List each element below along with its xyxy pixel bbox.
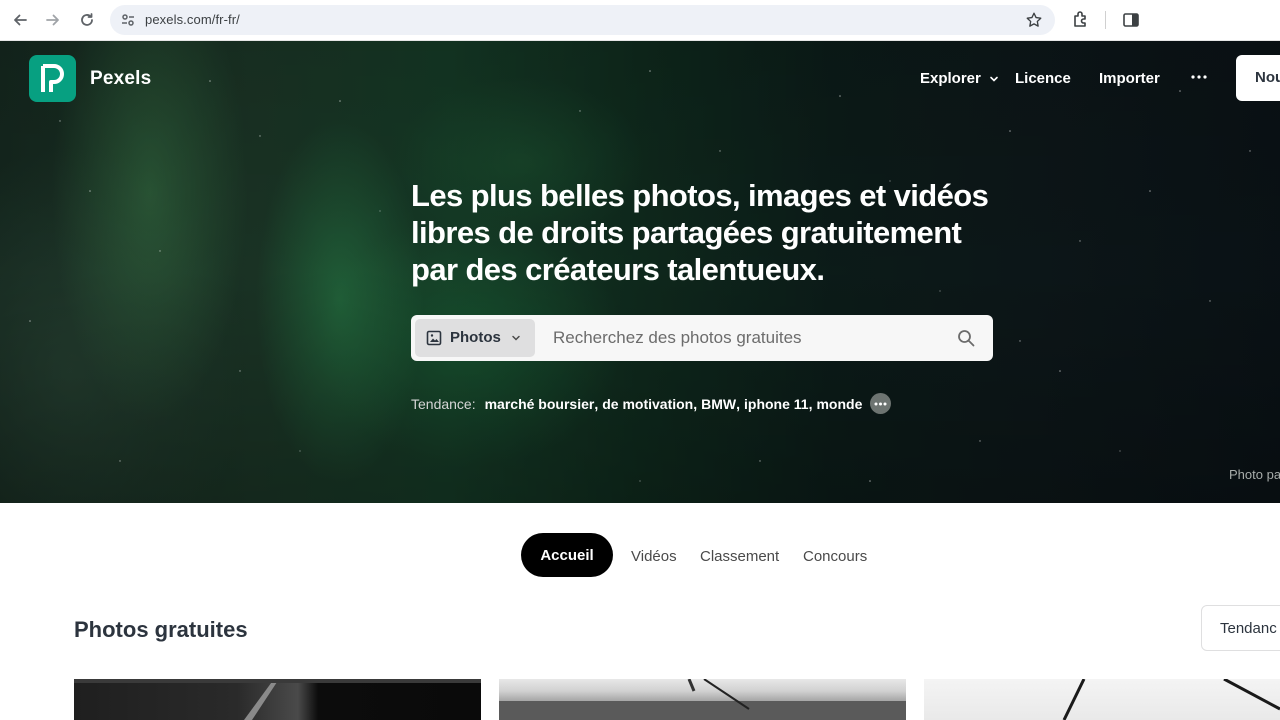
pexels-logo[interactable] xyxy=(29,55,76,102)
bookmark-star-icon[interactable] xyxy=(1025,11,1043,29)
nav-license[interactable]: Licence xyxy=(1015,70,1071,87)
extensions-icon[interactable] xyxy=(1071,10,1091,30)
tab-leaderboard[interactable]: Classement xyxy=(700,548,779,565)
brand-name[interactable]: Pexels xyxy=(90,68,151,90)
reload-icon xyxy=(81,13,93,26)
forward-button[interactable] xyxy=(42,9,64,31)
trending-label: Tendance: xyxy=(411,395,476,412)
more-dots-icon xyxy=(874,402,887,405)
tab-challenges[interactable]: Concours xyxy=(803,548,867,565)
photo-card[interactable] xyxy=(499,679,906,720)
tab-videos[interactable]: Vidéos xyxy=(631,548,677,565)
trending-link[interactable]: BMW xyxy=(701,396,736,412)
trending-link[interactable]: marché boursier xyxy=(485,396,595,412)
content-tabs: Accueil Vidéos Classement Concours xyxy=(0,503,1280,603)
search-icon[interactable] xyxy=(956,328,976,348)
side-panel-icon[interactable] xyxy=(1121,10,1141,30)
hero-banner: Pexels Explorer Licence Importer Nou Les… xyxy=(0,41,1280,503)
trending-searches: Tendance: marché boursier, de motivation… xyxy=(411,393,892,414)
address-bar[interactable]: pexels.com/fr-fr/ xyxy=(110,5,1055,35)
separator: , xyxy=(693,395,698,412)
more-options-icon[interactable] xyxy=(1190,71,1208,83)
image-icon xyxy=(426,330,442,346)
trending-link[interactable]: monde xyxy=(816,396,862,412)
nav-explore-label: Explorer xyxy=(920,70,981,87)
site-settings-icon[interactable] xyxy=(120,12,136,28)
photo-card[interactable] xyxy=(74,679,481,720)
toolbar-divider xyxy=(1105,11,1106,29)
media-type-select[interactable]: Photos xyxy=(415,319,535,357)
photo-credit[interactable]: Photo pa xyxy=(1229,467,1280,482)
trending-link[interactable]: de motivation xyxy=(602,396,693,412)
url-text: pexels.com/fr-fr/ xyxy=(145,12,240,27)
arrow-right-icon xyxy=(46,14,59,26)
search-input[interactable] xyxy=(553,319,943,357)
separator: , xyxy=(736,395,741,412)
trending-link[interactable]: iphone 11 xyxy=(744,396,809,412)
sort-dropdown[interactable]: Tendanc xyxy=(1201,605,1280,651)
trending-more-button[interactable] xyxy=(870,393,892,414)
photo-thumbnail xyxy=(74,679,481,720)
photo-thumbnail xyxy=(499,679,906,720)
browser-toolbar: pexels.com/fr-fr/ xyxy=(0,0,1280,41)
media-type-label: Photos xyxy=(450,329,501,346)
photo-thumbnail xyxy=(1062,679,1280,720)
reload-button[interactable] xyxy=(76,9,98,31)
photo-card[interactable] xyxy=(924,679,1280,720)
chevron-down-icon xyxy=(512,335,520,341)
section-title: Photos gratuites xyxy=(74,617,248,642)
nav-explore[interactable]: Explorer xyxy=(920,70,999,87)
hero-headline: Les plus belles photos, images et vidéos… xyxy=(411,178,989,287)
tab-home[interactable]: Accueil xyxy=(521,533,613,577)
arrow-left-icon xyxy=(14,14,27,26)
nav-upload[interactable]: Importer xyxy=(1099,70,1160,87)
separator: , xyxy=(808,395,813,412)
separator: , xyxy=(594,395,599,412)
back-button[interactable] xyxy=(9,9,31,31)
pexels-logo-icon xyxy=(40,63,64,92)
search-bar: Photos xyxy=(411,315,993,361)
join-button[interactable]: Nou xyxy=(1236,55,1280,101)
chevron-down-icon xyxy=(990,76,998,82)
